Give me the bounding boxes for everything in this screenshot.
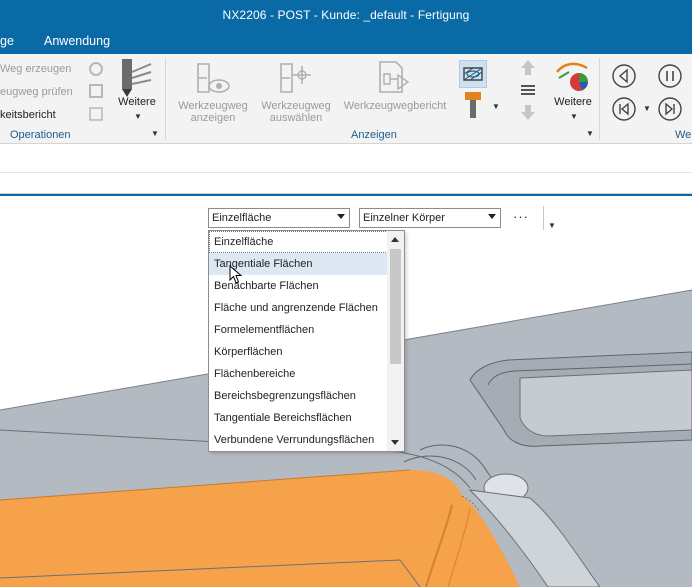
option-tangentiale-bereichsflaechen[interactable]: Tangentiale Bereichsflächen — [209, 407, 388, 429]
toolpath-report-icon — [379, 61, 410, 93]
option-formelementflaechen[interactable]: Formelementflächen — [209, 319, 388, 341]
display-toggle-icon[interactable] — [459, 60, 487, 88]
select-toolpath-icon — [280, 63, 311, 93]
group-separator — [599, 58, 600, 140]
scroll-up-icon[interactable] — [391, 237, 399, 242]
toolbar-divider — [0, 172, 692, 173]
menu-bar: ge Anwendung — [0, 30, 692, 54]
window-title: NX2206 - POST - Kunde: _default - Fertig… — [222, 8, 470, 22]
skip-forward-icon[interactable] — [657, 96, 683, 122]
option-flaeche-und-angrenzende[interactable]: Fläche und angrenzende Flächen — [209, 297, 388, 319]
option-bereichsbegrenzungsflaechen[interactable]: Bereichsbegrenzungsflächen — [209, 385, 388, 407]
body-rule-value: Einzelner Körper — [363, 212, 445, 224]
tool-icon[interactable] — [118, 58, 154, 98]
group-label-anzeigen: Anzeigen — [351, 129, 397, 141]
group-label-next: We — [675, 129, 692, 141]
select-toolpath-button[interactable]: Werkzeugweg auswählen — [255, 100, 337, 124]
ribbon: Weg erzeugen eugweg prüfen keitsbericht … — [0, 54, 692, 144]
face-rule-options: Einzelfläche Tangentiale Flächen Benachb… — [209, 231, 388, 451]
mouse-cursor-icon — [229, 265, 243, 284]
option-verbundene-verrundungsflaechen[interactable]: Verbundene Verrundungsflächen — [209, 429, 388, 451]
face-rule-value: Einzelfläche — [212, 212, 272, 224]
chevron-down-icon[interactable]: ▼ — [492, 102, 500, 111]
toolbar-separator — [543, 206, 544, 230]
skip-back-icon[interactable] — [611, 96, 637, 122]
chevron-down-icon[interactable]: ▼ — [548, 221, 556, 230]
show-toolpath-button[interactable]: Werkzeugweg anzeigen — [172, 100, 254, 124]
chevron-down-icon — [337, 214, 345, 219]
show-toolpath-label-1: Werkzeugweg — [178, 100, 248, 112]
secondary-toolbar — [0, 144, 692, 194]
body-rule-select[interactable]: Einzelner Körper — [359, 208, 501, 228]
group-separator — [165, 58, 166, 140]
select-toolpath-label-1: Werkzeugweg — [261, 100, 331, 112]
play-back-icon[interactable] — [611, 63, 637, 89]
chevron-down-icon[interactable]: ▼ — [570, 112, 578, 121]
option-koerperflaechen[interactable]: Körperflächen — [209, 341, 388, 363]
ribbon-item-bericht[interactable]: keitsbericht — [0, 109, 56, 121]
operation-icons — [89, 62, 103, 121]
show-toolpath-icon — [197, 63, 230, 93]
chevron-down-icon[interactable]: ▼ — [134, 112, 142, 121]
option-flaechenbereiche[interactable]: Flächenbereiche — [209, 363, 388, 385]
display-weitere-label[interactable]: Weitere — [550, 96, 596, 108]
step-arrows-icon — [521, 60, 535, 120]
title-bar: NX2206 - POST - Kunde: _default - Fertig… — [0, 0, 692, 30]
face-rule-dropdown[interactable]: Einzelfläche Tangentiale Flächen Benachb… — [208, 230, 405, 452]
option-einzelflaeche[interactable]: Einzelfläche — [209, 231, 388, 253]
group-label-operationen: Operationen — [10, 129, 71, 141]
ribbon-item-werkzeugweg-pruefen[interactable]: eugweg prüfen — [0, 86, 73, 98]
analysis-icon — [556, 62, 588, 91]
more-options-button[interactable]: ··· — [513, 209, 529, 224]
tool-display-icon[interactable] — [463, 92, 483, 120]
toolpath-report-button[interactable]: Werkzeugwegbericht — [338, 100, 452, 112]
pause-icon[interactable] — [657, 63, 683, 89]
chevron-down-icon — [488, 214, 496, 219]
dropdown-scrollbar[interactable] — [387, 231, 404, 451]
select-toolpath-label-2: auswählen — [269, 112, 323, 124]
face-rule-select[interactable]: Einzelfläche — [208, 208, 350, 228]
menu-item-partial[interactable]: ge — [0, 34, 14, 48]
show-toolpath-label-2: anzeigen — [190, 112, 236, 124]
scroll-thumb[interactable] — [390, 249, 401, 364]
group-expand-icon[interactable]: ▼ — [586, 129, 594, 138]
ribbon-item-weg-erzeugen[interactable]: Weg erzeugen — [0, 63, 71, 75]
menu-item-anwendung[interactable]: Anwendung — [44, 34, 110, 48]
group-expand-icon[interactable]: ▼ — [151, 129, 159, 138]
chevron-down-icon[interactable]: ▼ — [643, 104, 651, 113]
operations-weitere-label[interactable]: Weitere — [114, 96, 160, 108]
scroll-down-icon[interactable] — [391, 440, 399, 445]
